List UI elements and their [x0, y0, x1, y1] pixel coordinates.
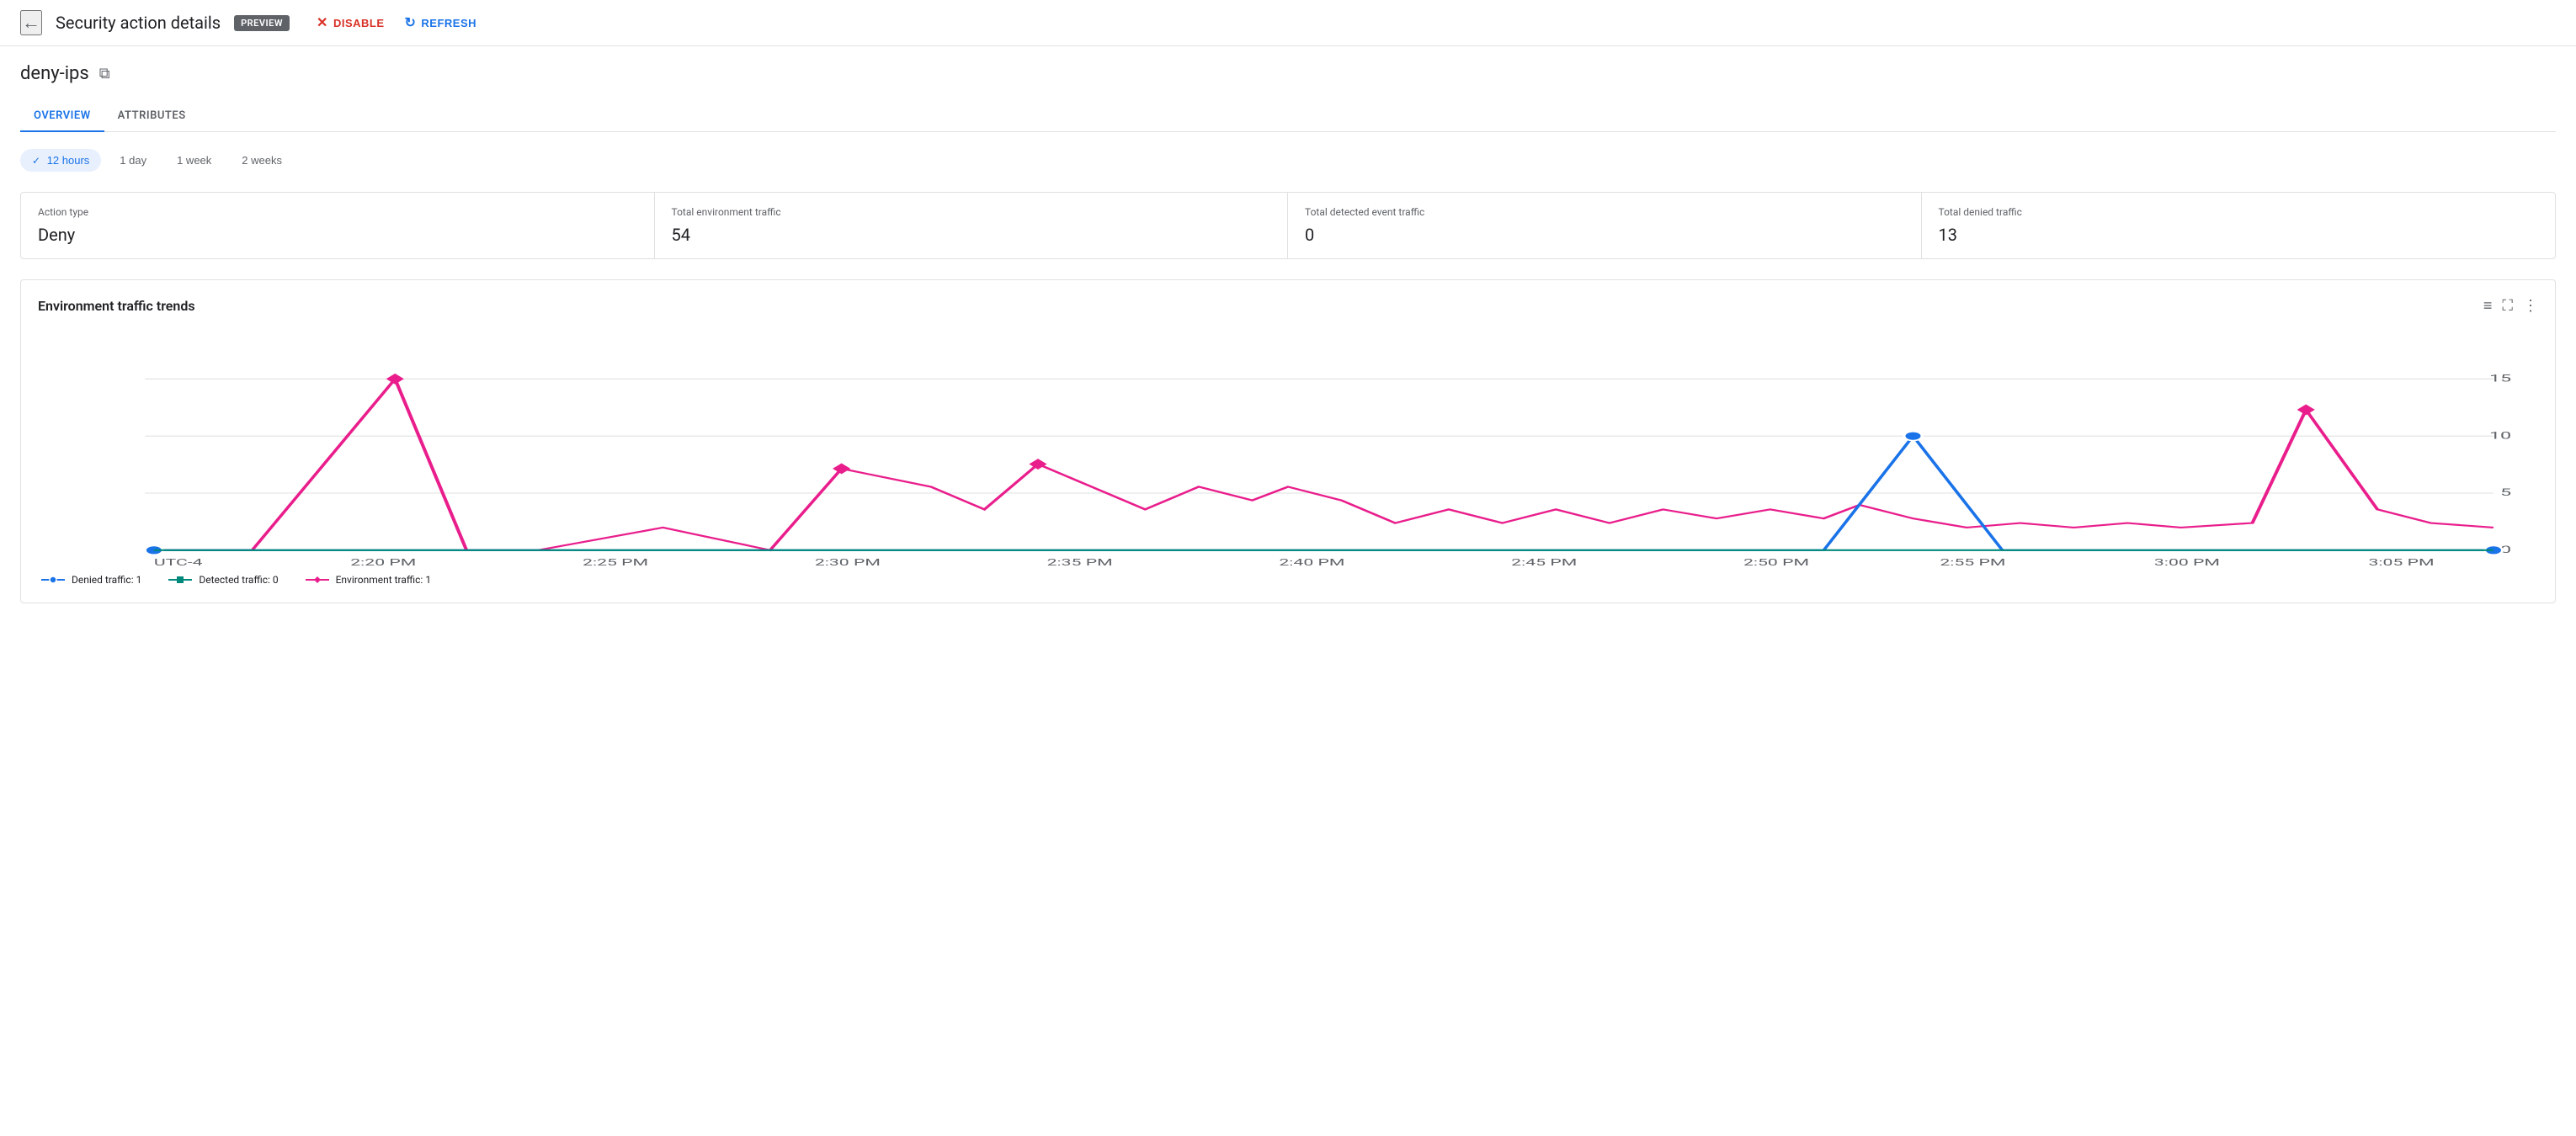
- legend-detected: Detected traffic: 0: [168, 574, 278, 586]
- detected-legend-label: Detected traffic: 0: [199, 574, 278, 586]
- time-filter-1d[interactable]: 1 day: [108, 149, 158, 172]
- svg-text:2:40 PM: 2:40 PM: [1279, 558, 1344, 569]
- svg-text:UTC-4: UTC-4: [154, 558, 203, 569]
- copy-icon[interactable]: ⧉: [99, 65, 110, 82]
- chart-download-button[interactable]: ≡: [2483, 297, 2493, 315]
- denied-legend-label: Denied traffic: 1: [72, 574, 141, 586]
- legend-environment: Environment traffic: 1: [306, 574, 431, 586]
- tab-bar: OVERVIEW ATTRIBUTES: [20, 101, 2556, 132]
- stat-detected-traffic-label: Total detected event traffic: [1305, 206, 1904, 218]
- disable-button[interactable]: ✕ DISABLE: [317, 14, 384, 31]
- stat-detected-traffic: Total detected event traffic 0: [1288, 193, 1922, 258]
- chart-section: Environment traffic trends ≡ ⛶ ⋮ 0 5 10 …: [20, 279, 2556, 603]
- tab-overview[interactable]: OVERVIEW: [20, 101, 104, 132]
- back-icon: ←: [22, 12, 40, 34]
- svg-text:15: 15: [2489, 373, 2511, 385]
- svg-text:5: 5: [2500, 486, 2511, 498]
- stat-env-traffic: Total environment traffic 54: [655, 193, 1289, 258]
- detected-legend-line: [168, 575, 192, 585]
- page-header: ← Security action details PREVIEW ✕ DISA…: [0, 0, 2576, 46]
- tab-attributes[interactable]: ATTRIBUTES: [104, 101, 200, 132]
- stat-action-type: Action type Deny: [21, 193, 655, 258]
- chart-legend: Denied traffic: 1 Detected traffic: 0 En…: [38, 574, 2538, 586]
- chart-more-button[interactable]: ⋮: [2523, 297, 2538, 315]
- time-filter-12h-label: 12 hours: [47, 154, 90, 167]
- svg-text:2:30 PM: 2:30 PM: [815, 558, 881, 569]
- traffic-chart: 0 5 10 15 UTC-4 2:20 PM 2:25 PM 2:30 PM …: [38, 328, 2538, 564]
- main-content: deny-ips ⧉ OVERVIEW ATTRIBUTES ✓ 12 hour…: [0, 46, 2576, 620]
- rule-name-row: deny-ips ⧉: [20, 63, 2556, 84]
- svg-text:2:55 PM: 2:55 PM: [1940, 558, 2005, 569]
- time-filter-2w[interactable]: 2 weeks: [230, 149, 294, 172]
- chart-container: 0 5 10 15 UTC-4 2:20 PM 2:25 PM 2:30 PM …: [38, 328, 2538, 567]
- svg-text:2:25 PM: 2:25 PM: [583, 558, 648, 569]
- denied-legend-line: [41, 575, 65, 585]
- svg-text:2:45 PM: 2:45 PM: [1511, 558, 1577, 569]
- header-actions: ✕ DISABLE ↻ REFRESH: [317, 14, 476, 31]
- time-filter-2w-label: 2 weeks: [242, 154, 282, 167]
- chart-expand-button[interactable]: ⛶: [2502, 297, 2513, 315]
- page-title: Security action details: [56, 13, 221, 33]
- environment-legend-line: [306, 575, 329, 585]
- stats-row: Action type Deny Total environment traff…: [20, 192, 2556, 259]
- chart-header: Environment traffic trends ≡ ⛶ ⋮: [38, 297, 2538, 315]
- svg-text:2:50 PM: 2:50 PM: [1743, 558, 1809, 569]
- time-filter-group: ✓ 12 hours 1 day 1 week 2 weeks: [20, 149, 2556, 172]
- stat-env-traffic-value: 54: [672, 225, 1271, 245]
- back-button[interactable]: ←: [20, 10, 42, 35]
- stat-action-type-value: Deny: [38, 225, 637, 245]
- time-filter-12h[interactable]: ✓ 12 hours: [20, 149, 101, 172]
- legend-denied: Denied traffic: 1: [41, 574, 141, 586]
- time-filter-1w[interactable]: 1 week: [165, 149, 223, 172]
- svg-text:10: 10: [2489, 430, 2511, 442]
- stat-denied-traffic: Total denied traffic 13: [1922, 193, 2556, 258]
- preview-badge: PREVIEW: [234, 15, 290, 31]
- refresh-button[interactable]: ↻ REFRESH: [405, 14, 477, 31]
- stat-denied-traffic-value: 13: [1939, 225, 2539, 245]
- rule-name: deny-ips: [20, 63, 89, 84]
- svg-text:3:05 PM: 3:05 PM: [2368, 558, 2434, 569]
- stat-detected-traffic-value: 0: [1305, 225, 1904, 245]
- environment-legend-label: Environment traffic: 1: [336, 574, 431, 586]
- svg-text:3:00 PM: 3:00 PM: [2154, 558, 2220, 569]
- stat-denied-traffic-label: Total denied traffic: [1939, 206, 2539, 218]
- checkmark-icon: ✓: [32, 155, 40, 167]
- stat-action-type-label: Action type: [38, 206, 637, 218]
- disable-label: DISABLE: [333, 17, 385, 29]
- svg-text:2:35 PM: 2:35 PM: [1047, 558, 1113, 569]
- disable-icon: ✕: [317, 14, 328, 31]
- stat-env-traffic-label: Total environment traffic: [672, 206, 1271, 218]
- refresh-icon: ↻: [405, 14, 417, 31]
- time-filter-1w-label: 1 week: [177, 154, 211, 167]
- chart-actions: ≡ ⛶ ⋮: [2483, 297, 2538, 315]
- chart-title: Environment traffic trends: [38, 298, 195, 314]
- time-filter-1d-label: 1 day: [120, 154, 146, 167]
- svg-text:2:20 PM: 2:20 PM: [350, 558, 416, 569]
- refresh-label: REFRESH: [421, 17, 476, 29]
